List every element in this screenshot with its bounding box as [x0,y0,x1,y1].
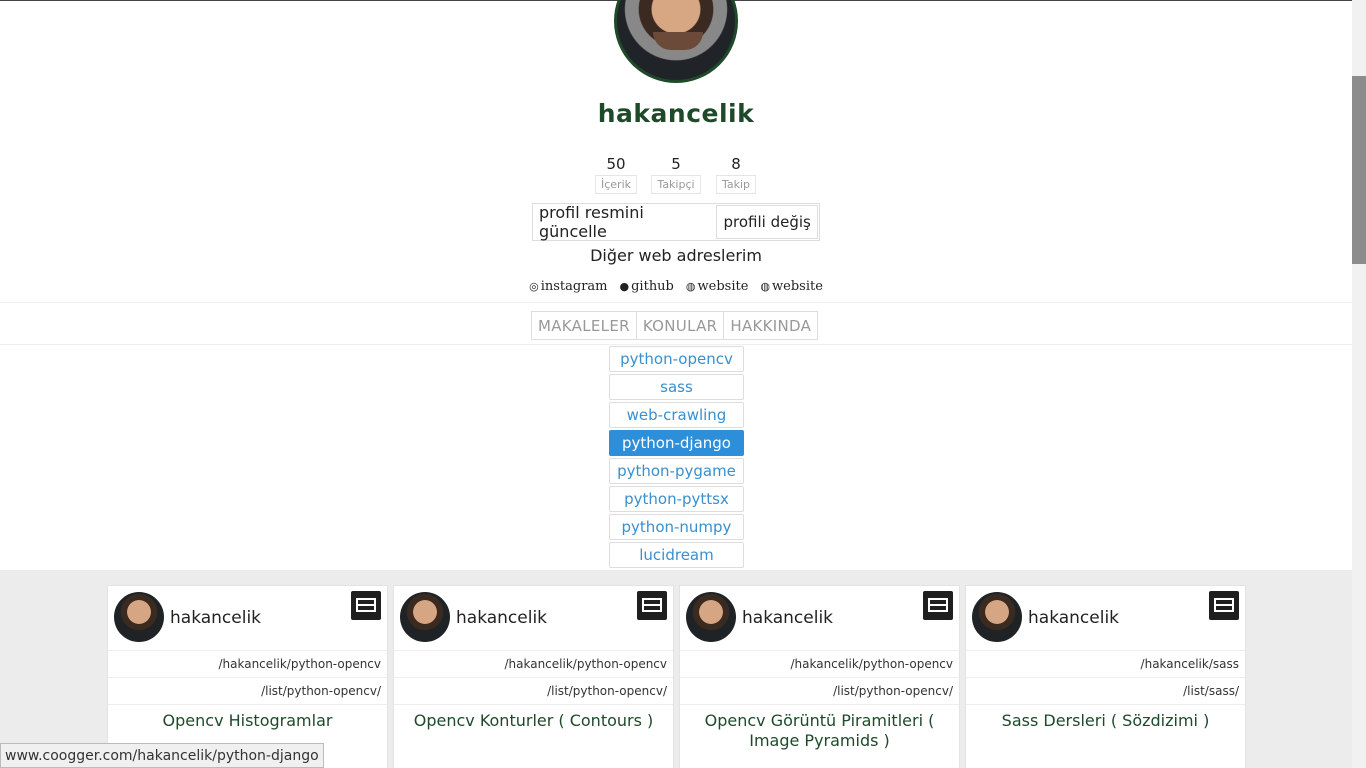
card-path[interactable]: /hakancelik/python-opencv [394,650,673,678]
topic-sass[interactable]: sass [609,374,744,400]
menu-icon[interactable] [637,591,667,620]
web-addresses-title: Diğer web adreslerim [590,246,762,265]
profile-stats: 50 İçerik 5 Takipçi 8 Takip [0,155,1352,194]
card-path[interactable]: /hakancelik/python-opencv [680,650,959,678]
profile-section: hakancelik 50 İçerik 5 Takipçi 8 Takip p… [0,0,1352,570]
card-username[interactable]: hakancelik [742,608,833,628]
stat-following[interactable]: 8 Takip [706,155,766,194]
card-title[interactable]: Opencv Histogramlar [108,704,387,737]
stat-followers[interactable]: 5 Takipçi [646,155,706,194]
link-github-label: github [631,279,674,294]
topic-list: python-opencv sass web-crawling python-d… [609,346,744,570]
card-path[interactable]: /hakancelik/sass [966,650,1245,678]
card-list-path[interactable]: /list/sass/ [966,677,1245,705]
link-website-1-label: website [697,279,749,294]
divider [0,344,1352,345]
profile-avatar[interactable] [614,0,738,83]
topic-web-crawling[interactable]: web-crawling [609,402,744,428]
topic-python-django[interactable]: python-django [609,430,744,456]
tab-topics[interactable]: KONULAR [637,312,725,339]
profile-actions: profil resmini güncelle profili değiş [532,203,820,241]
card-title[interactable]: Opencv Konturler ( Contours ) [394,704,673,737]
link-instagram[interactable]: ◎ instagram [529,279,607,294]
card-username[interactable]: hakancelik [170,608,261,628]
stat-content-count: 50 [606,155,626,173]
profile-username: hakancelik [597,99,755,128]
post-card[interactable]: hakancelik /hakancelik/python-opencv /li… [679,585,960,768]
link-website-2-label: website [772,279,823,294]
stat-content-label: İçerik [594,175,637,194]
topic-lucidream[interactable]: lucidream [609,542,744,568]
update-photo-link[interactable]: profil resmini güncelle [533,203,716,241]
stat-followers-count: 5 [671,155,681,173]
link-github[interactable]: ● github [620,279,674,294]
card-title[interactable]: Sass Dersleri ( Sözdizimi ) [966,704,1245,737]
globe-icon: ◍ [760,280,770,293]
card-title[interactable]: Opencv Görüntü Piramitleri ( Image Pyram… [680,704,959,757]
card-list-path[interactable]: /list/python-opencv/ [108,677,387,705]
card-list-path[interactable]: /list/python-opencv/ [680,677,959,705]
topic-python-opencv[interactable]: python-opencv [609,346,744,372]
link-instagram-label: instagram [540,279,608,294]
stat-following-label: Takip [715,175,757,194]
link-website-1[interactable]: ◍ website [686,279,749,294]
divider [0,302,1352,303]
menu-icon[interactable] [351,591,381,620]
status-url-bar: www.coogger.com/hakancelik/python-django [0,743,324,768]
globe-icon: ◍ [685,280,696,293]
instagram-icon: ◎ [529,280,539,293]
card-username[interactable]: hakancelik [456,608,547,628]
topic-python-pygame[interactable]: python-pygame [609,458,744,484]
post-card[interactable]: hakancelik /hakancelik/sass /list/sass/ … [965,585,1246,768]
profile-tabs: MAKALELER KONULAR HAKKINDA [531,311,819,340]
post-card[interactable]: hakancelik /hakancelik/python-opencv /li… [393,585,674,768]
post-card[interactable]: hakancelik /hakancelik/python-opencv /li… [107,585,388,768]
tab-about[interactable]: HAKKINDA [724,312,817,339]
github-icon: ● [619,280,630,293]
avatar[interactable] [114,592,164,642]
stat-followers-label: Takipçi [651,175,701,194]
card-username[interactable]: hakancelik [1028,608,1119,628]
menu-icon[interactable] [1209,591,1239,620]
avatar[interactable] [686,592,736,642]
tab-articles[interactable]: MAKALELER [532,312,637,339]
avatar[interactable] [400,592,450,642]
card-list-path[interactable]: /list/python-opencv/ [394,677,673,705]
stat-following-count: 8 [731,155,741,173]
card-path[interactable]: /hakancelik/python-opencv [108,650,387,678]
web-links: ◎ instagram ● github ◍ website ◍ website [0,279,1352,294]
stat-content[interactable]: 50 İçerik [586,155,646,194]
topic-python-pyttsx[interactable]: python-pyttsx [609,486,744,512]
avatar[interactable] [972,592,1022,642]
link-website-2[interactable]: ◍ website [760,279,823,294]
scrollbar-thumb[interactable] [1352,76,1366,264]
topic-python-numpy[interactable]: python-numpy [609,514,744,540]
menu-icon[interactable] [923,591,953,620]
edit-profile-button[interactable]: profili değiş [716,205,818,239]
